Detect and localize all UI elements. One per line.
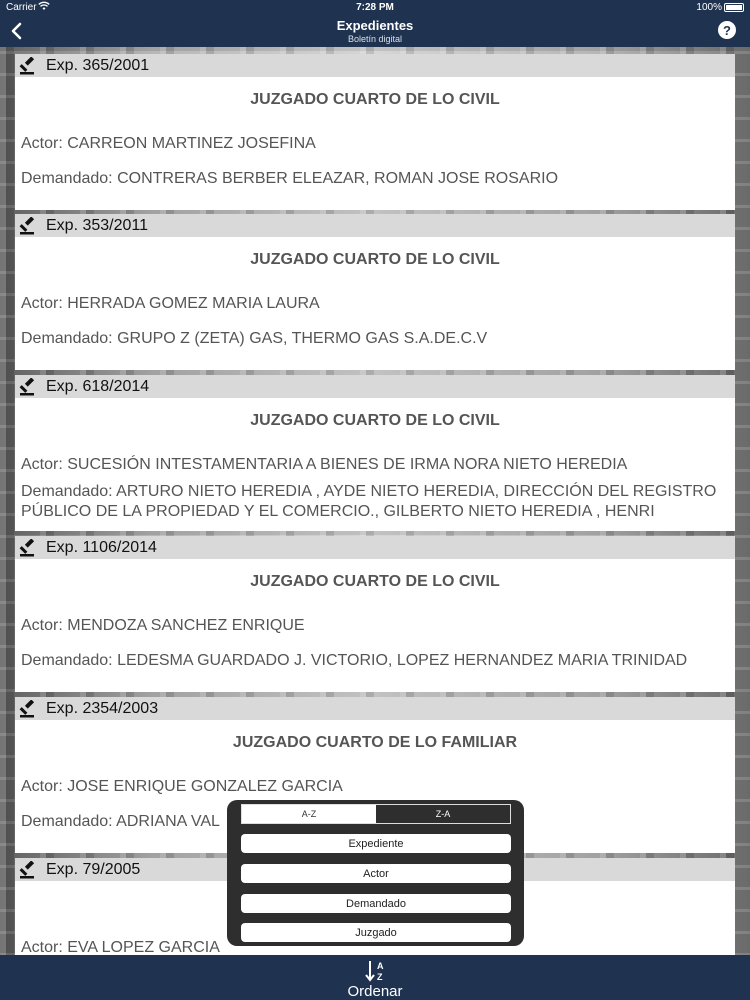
sort-ascending-segment[interactable]: A-Z: [242, 805, 376, 823]
sort-descending-segment[interactable]: Z-A: [376, 805, 510, 823]
help-button[interactable]: ?: [718, 21, 736, 39]
sort-icon-letter-z: Z: [377, 972, 383, 982]
card-header: Exp. 2354/2003: [15, 697, 735, 720]
expediente-number: Exp. 1106/2014: [46, 538, 157, 556]
demandado-label: Demandado: GRUPO Z (ZETA) GAS, THERMO GA…: [21, 330, 488, 347]
expediente-number: Exp. 353/2011: [46, 216, 149, 234]
actor-label: Actor: HERRADA GOMEZ MARIA LAURA: [21, 295, 320, 312]
battery-percent: 100%: [696, 2, 722, 13]
gavel-icon: [19, 538, 35, 556]
clock: 7:28 PM: [356, 2, 394, 13]
actor-label: Actor: CARREON MARTINEZ JOSEFINA: [21, 135, 316, 152]
juzgado-label: JUZGADO CUARTO DE LO CIVIL: [250, 412, 500, 429]
card-header: Exp. 1106/2014: [15, 536, 735, 559]
demandado-label: Demandado: CONTRERAS BERBER ELEAZAR, ROM…: [21, 170, 559, 187]
expediente-card[interactable]: Exp. 353/2011 JUZGADO CUARTO DE LO CIVIL…: [15, 214, 735, 370]
juzgado-label: JUZGADO CUARTO DE LO CIVIL: [250, 251, 500, 268]
card-body: JUZGADO CUARTO DE LO CIVIL Actor: HERRAD…: [15, 237, 735, 370]
demandado-label: Demandado: LEDESMA GUARDADO J. VICTORIO,…: [21, 652, 688, 669]
juzgado-label: JUZGADO CUARTO DE LO CIVIL: [250, 91, 500, 108]
expediente-number: Exp. 365/2001: [46, 56, 150, 74]
page-title: Expedientes: [336, 18, 414, 33]
gavel-icon: [19, 216, 35, 234]
gavel-icon: [19, 377, 35, 395]
card-body: JUZGADO CUARTO DE LO CIVIL Actor: SUCESI…: [15, 398, 735, 531]
expediente-card[interactable]: Exp. 1106/2014 JUZGADO CUARTO DE LO CIVI…: [15, 536, 735, 692]
sort-by-demandado-button[interactable]: Demandado: [241, 894, 511, 913]
gavel-icon: [19, 699, 35, 717]
card-body: JUZGADO CUARTO DE LO CIVIL Actor: MENDOZ…: [15, 559, 735, 692]
expediente-card[interactable]: Exp. 365/2001 JUZGADO CUARTO DE LO CIVIL…: [15, 54, 735, 210]
battery-icon: [724, 3, 744, 12]
card-header: Exp. 365/2001: [15, 54, 735, 77]
demandado-label: Demandado: ARTURO NIETO HEREDIA , AYDE N…: [21, 483, 717, 520]
actor-label: Actor: SUCESIÓN INTESTAMENTARIA A BIENES…: [21, 456, 628, 473]
gavel-icon: [19, 860, 35, 878]
expediente-number: Exp. 618/2014: [46, 377, 150, 395]
top-bar: Carrier 7:28 PM 100% Expedientes Boletín…: [0, 0, 750, 47]
card-body: JUZGADO CUARTO DE LO CIVIL Actor: CARREO…: [15, 77, 735, 210]
page-subtitle: Boletín digital: [347, 34, 403, 44]
sort-by-actor-button[interactable]: Actor: [241, 864, 511, 883]
sort-by-expediente-button[interactable]: Expediente: [241, 834, 511, 853]
help-icon: ?: [723, 22, 731, 38]
bottom-toolbar: A Z Ordenar: [0, 955, 750, 1000]
expediente-number: Exp. 79/2005: [46, 860, 141, 878]
actor-label: Actor: JOSE ENRIQUE GONZALEZ GARCIA: [21, 778, 343, 795]
juzgado-label: JUZGADO CUARTO DE LO FAMILIAR: [232, 734, 518, 751]
expediente-card[interactable]: Exp. 618/2014 JUZGADO CUARTO DE LO CIVIL…: [15, 375, 735, 531]
gavel-icon: [19, 56, 35, 74]
sort-popup: A-Z Z-A Expediente Actor Demandado Juzga…: [227, 800, 524, 946]
status-bar: Carrier 7:28 PM 100%: [0, 0, 750, 16]
card-header: Exp. 353/2011: [15, 214, 735, 237]
actor-label: Actor: MENDOZA SANCHEZ ENRIQUE: [21, 617, 305, 634]
ordenar-button[interactable]: A Z Ordenar: [325, 957, 425, 1000]
sort-az-icon: A Z: [365, 961, 384, 982]
juzgado-label: JUZGADO CUARTO DE LO CIVIL: [250, 573, 500, 590]
card-header: Exp. 618/2014: [15, 375, 735, 398]
ordenar-label: Ordenar: [347, 983, 403, 1000]
sort-order-segmented-control: A-Z Z-A: [241, 804, 511, 824]
expediente-number: Exp. 2354/2003: [46, 699, 159, 717]
sort-icon-letter-a: A: [377, 961, 384, 971]
sort-by-juzgado-button[interactable]: Juzgado: [241, 923, 511, 942]
